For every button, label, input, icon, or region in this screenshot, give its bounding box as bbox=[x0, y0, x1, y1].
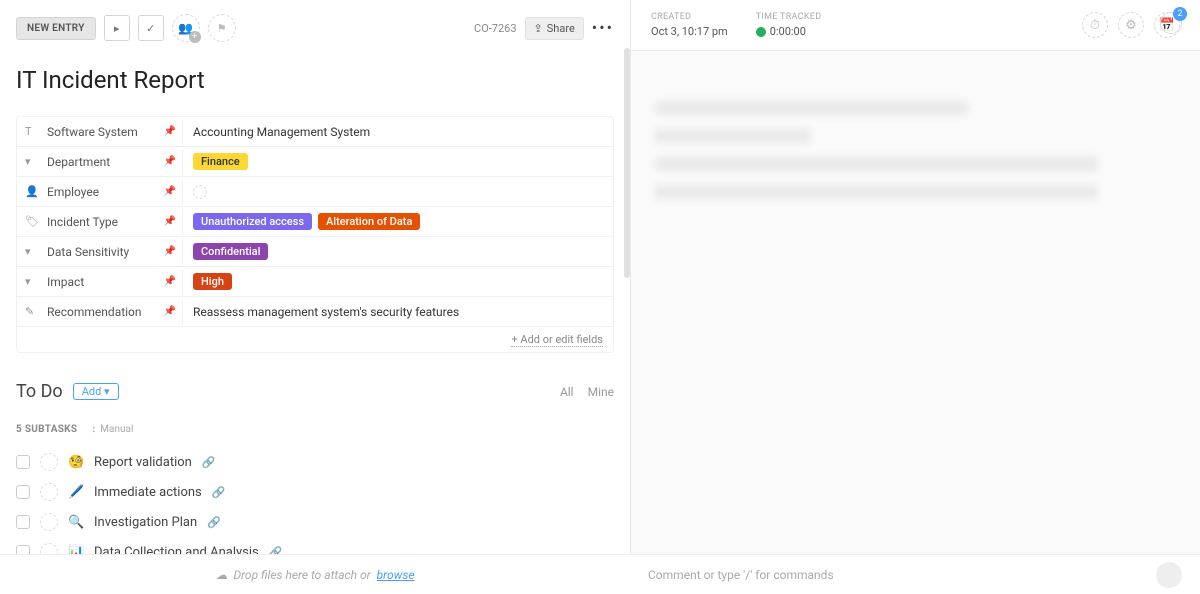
field-label: Software System bbox=[47, 125, 138, 139]
software-system-input[interactable] bbox=[193, 125, 603, 139]
link-icon: 🔗 bbox=[202, 456, 216, 469]
tag-icon: 🏷 bbox=[25, 215, 39, 228]
settings-icon[interactable]: ⚙ bbox=[1118, 12, 1144, 38]
pin-icon[interactable]: 📌 bbox=[164, 246, 176, 257]
person-icon: 👤 bbox=[25, 185, 39, 198]
text-icon: T bbox=[25, 125, 39, 138]
new-entry-button[interactable]: NEW ENTRY bbox=[16, 17, 96, 40]
share-icon: ⇪ bbox=[534, 22, 543, 35]
data-sensitivity-value[interactable]: Confidential bbox=[183, 238, 613, 265]
field-label: Department bbox=[47, 155, 110, 169]
subtask-count: 5 SUBTASKS bbox=[16, 424, 77, 435]
subtask-assignee-icon[interactable] bbox=[40, 483, 58, 501]
department-value[interactable]: Finance bbox=[183, 148, 613, 175]
subtask-checkbox[interactable] bbox=[16, 515, 30, 529]
link-icon: 🔗 bbox=[212, 486, 226, 499]
subtask-row[interactable]: 🧐 Report validation 🔗 bbox=[16, 447, 614, 477]
assignee-icon[interactable]: 👥+ bbox=[172, 14, 200, 42]
add-subtask-button[interactable]: Add ▾ bbox=[73, 383, 119, 400]
complete-button[interactable]: ✓ bbox=[138, 15, 164, 41]
comment-input[interactable]: Comment or type '/' for commands bbox=[648, 568, 834, 582]
created-block: CREATED Oct 3, 10:17 pm bbox=[651, 12, 728, 38]
field-label: Incident Type bbox=[47, 215, 118, 229]
attachment-dropzone[interactable]: ☁ Drop files here to attach or browse bbox=[0, 554, 630, 594]
browse-link[interactable]: browse bbox=[377, 568, 415, 582]
filter-all[interactable]: All bbox=[560, 385, 574, 399]
subtask-row[interactable]: 🖊️ Immediate actions 🔗 bbox=[16, 477, 614, 507]
pin-icon[interactable]: 📌 bbox=[164, 276, 176, 287]
pin-icon[interactable]: 📌 bbox=[164, 186, 176, 197]
pin-icon[interactable]: 📌 bbox=[164, 306, 176, 317]
subtask-name: Investigation Plan bbox=[94, 515, 197, 530]
add-edit-fields[interactable]: + Add or edit fields bbox=[17, 327, 613, 352]
field-label: Employee bbox=[47, 185, 99, 199]
custom-fields: T Software System 📌 ▾ Department 📌 Finance 👤… bbox=[16, 116, 614, 353]
cloud-icon: ☁ bbox=[215, 568, 227, 582]
subtask-name: Report validation bbox=[94, 455, 192, 470]
timer-icon[interactable]: ⏱ bbox=[1082, 12, 1108, 38]
field-label: Recommendation bbox=[47, 305, 142, 319]
pin-icon[interactable]: 📌 bbox=[164, 126, 176, 137]
incident-type-value[interactable]: Unauthorized access Alteration of Data bbox=[183, 208, 613, 235]
dropdown-icon: ▾ bbox=[25, 245, 39, 258]
time-tracked-block[interactable]: TIME TRACKED 0:00:00 bbox=[756, 12, 822, 38]
subtask-emoji: 🔍 bbox=[68, 515, 84, 530]
dropdown-icon: ▾ bbox=[25, 275, 39, 288]
todo-title: To Do bbox=[16, 381, 63, 402]
subtask-checkbox[interactable] bbox=[16, 485, 30, 499]
link-icon: 🔗 bbox=[207, 516, 221, 529]
activity-panel bbox=[631, 51, 1200, 249]
share-button[interactable]: ⇪Share bbox=[525, 17, 584, 40]
field-label: Data Sensitivity bbox=[47, 245, 129, 259]
comment-send-icon[interactable] bbox=[1156, 562, 1182, 588]
priority-icon[interactable]: ⚑ bbox=[208, 14, 236, 42]
filter-mine[interactable]: Mine bbox=[588, 385, 614, 399]
watchers-icon[interactable] bbox=[1160, 12, 1182, 34]
employee-value[interactable] bbox=[183, 180, 613, 204]
pin-icon[interactable]: 📌 bbox=[164, 216, 176, 227]
subtask-emoji: 🧐 bbox=[68, 455, 84, 470]
text-icon: ✎ bbox=[25, 305, 39, 318]
new-entry-chevron[interactable]: ▸ bbox=[104, 15, 130, 41]
impact-value[interactable]: High bbox=[183, 268, 613, 295]
scrollbar[interactable] bbox=[624, 48, 630, 278]
play-icon[interactable] bbox=[756, 27, 766, 37]
subtask-name: Immediate actions bbox=[94, 485, 202, 500]
more-icon[interactable]: ••• bbox=[592, 23, 614, 33]
subtask-checkbox[interactable] bbox=[16, 455, 30, 469]
subtask-row[interactable]: 🔍 Investigation Plan 🔗 bbox=[16, 507, 614, 537]
subtask-assignee-icon[interactable] bbox=[40, 453, 58, 471]
field-label: Impact bbox=[47, 275, 84, 289]
subtask-assignee-icon[interactable] bbox=[40, 513, 58, 531]
page-title: IT Incident Report bbox=[16, 66, 614, 94]
sort-manual[interactable]: ↕ Manual bbox=[91, 424, 133, 435]
recommendation-input[interactable] bbox=[193, 305, 603, 319]
task-id: CO-7263 bbox=[474, 22, 517, 35]
subtask-emoji: 🖊️ bbox=[68, 485, 84, 500]
dropdown-icon: ▾ bbox=[25, 155, 39, 168]
pin-icon[interactable]: 📌 bbox=[164, 156, 176, 167]
